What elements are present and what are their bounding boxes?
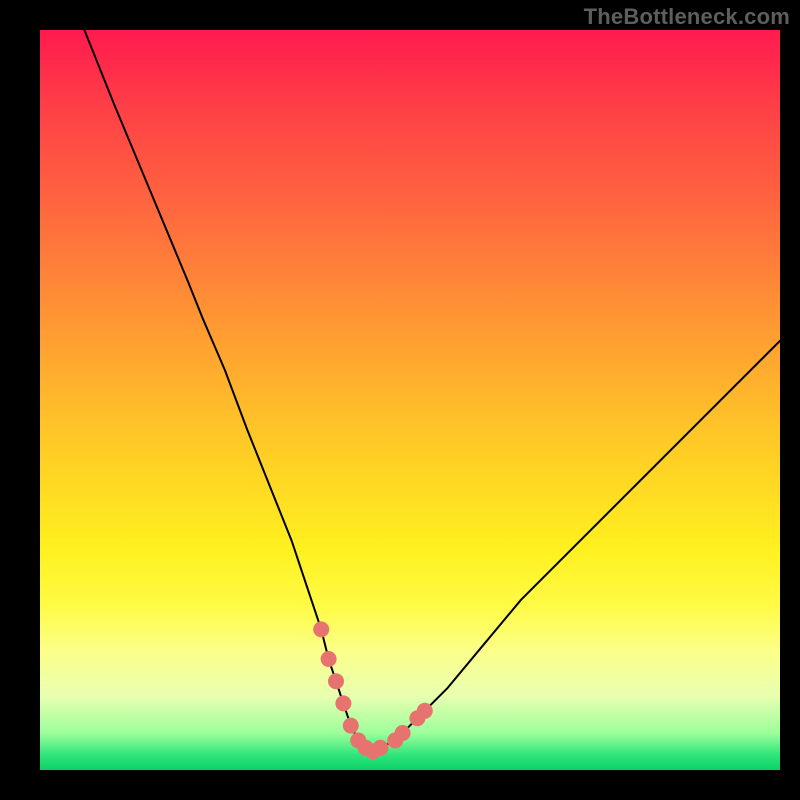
chart-frame: TheBottleneck.com — [0, 0, 800, 800]
curve-marker — [417, 703, 433, 719]
curve-marker — [321, 651, 337, 667]
curve-marker — [343, 718, 359, 734]
curve-marker — [328, 673, 344, 689]
bottleneck-curve — [84, 30, 780, 752]
marker-group — [313, 621, 433, 759]
watermark-text: TheBottleneck.com — [584, 4, 790, 30]
plot-area — [40, 30, 780, 770]
curve-marker — [313, 621, 329, 637]
curve-marker — [395, 725, 411, 741]
curve-marker — [372, 740, 388, 756]
curve-marker — [335, 695, 351, 711]
curve-svg — [40, 30, 780, 770]
